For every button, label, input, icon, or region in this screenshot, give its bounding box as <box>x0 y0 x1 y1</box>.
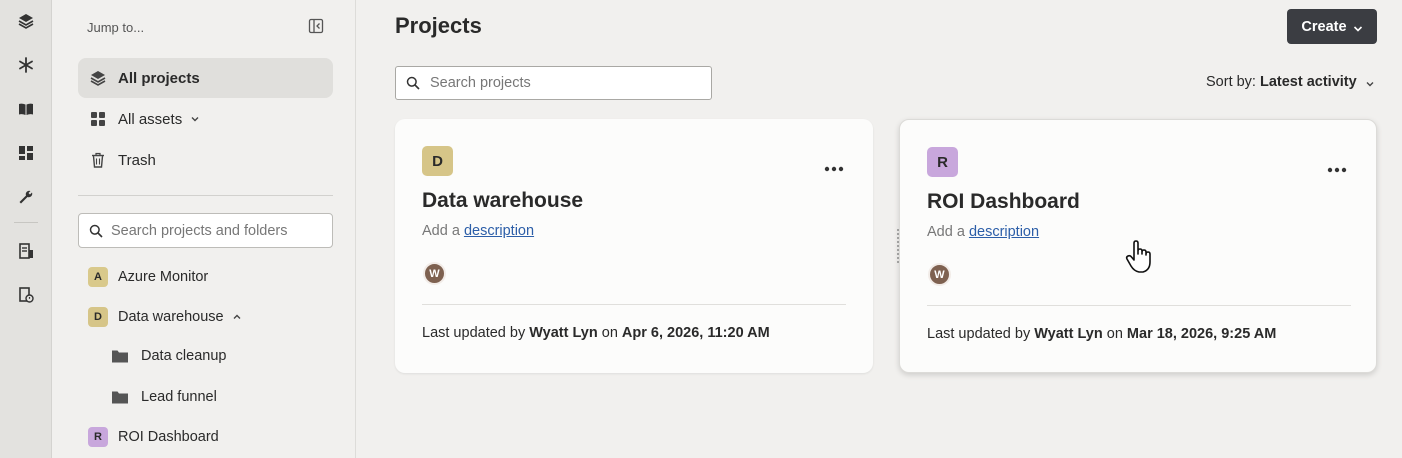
sort-value: Latest activity <box>1259 74 1357 90</box>
grid-icon <box>90 111 106 127</box>
add-description-link[interactable]: description <box>464 223 534 239</box>
last-updated: Last updated by Wyatt Lyn on Apr 6, 2026… <box>422 325 770 341</box>
nav-label: All projects <box>118 69 200 87</box>
tree-label: Lead funnel <box>141 389 217 405</box>
tree-item-azure-monitor[interactable]: A Azure Monitor <box>88 266 208 288</box>
chevron-down-icon <box>1365 77 1375 87</box>
updated-on: on <box>601 325 618 341</box>
divider <box>422 304 846 305</box>
project-name[interactable]: ROI Dashboard <box>927 190 1080 214</box>
more-options-icon[interactable] <box>824 159 844 172</box>
search-icon <box>406 76 420 90</box>
avatar: W <box>423 262 446 285</box>
tree-item-roi-dashboard[interactable]: R ROI Dashboard <box>88 426 219 448</box>
tree-label: Data cleanup <box>141 348 227 364</box>
chevron-down-icon[interactable] <box>190 114 200 124</box>
search-placeholder: Search projects <box>430 75 531 91</box>
tree-label: Azure Monitor <box>118 269 209 285</box>
updated-on: on <box>1106 326 1123 342</box>
divider <box>927 305 1351 306</box>
tree-label: Data warehouse <box>118 309 224 325</box>
folder-icon <box>111 389 129 405</box>
history-icon[interactable] <box>16 285 36 305</box>
layers-icon[interactable] <box>16 11 36 31</box>
project-description: Add a description <box>422 223 534 239</box>
nav-all-assets[interactable]: All assets <box>78 99 333 139</box>
search-placeholder: Search projects and folders <box>111 222 288 239</box>
icon-rail <box>0 0 52 458</box>
project-card-data-warehouse[interactable]: D Data warehouse Add a description W Las… <box>395 119 873 373</box>
desc-prefix: Add a <box>927 224 965 240</box>
updated-by: Wyatt Lyn <box>529 325 598 341</box>
create-button[interactable]: Create <box>1287 9 1377 44</box>
more-options-icon[interactable] <box>1327 160 1347 173</box>
sidebar: Jump to... All projects All assets Trash… <box>53 0 356 458</box>
project-badge: D <box>88 307 108 327</box>
tree-item-lead-funnel[interactable]: Lead funnel <box>111 386 217 408</box>
add-description-link[interactable]: description <box>969 224 1039 240</box>
updated-date: Mar 18, 2026, 9:25 AM <box>1126 326 1277 342</box>
jump-to-label[interactable]: Jump to... <box>87 20 144 35</box>
project-name[interactable]: Data warehouse <box>422 189 583 213</box>
sidebar-search-input[interactable]: Search projects and folders <box>78 213 333 248</box>
page-title: Projects <box>395 13 482 38</box>
project-badge: A <box>88 267 108 287</box>
chevron-up-icon[interactable] <box>232 312 242 322</box>
snowflake-icon[interactable] <box>16 55 36 75</box>
desc-prefix: Add a <box>422 223 460 239</box>
sort-prefix: Sort by: <box>1206 74 1256 90</box>
search-icon <box>89 224 103 238</box>
collapse-sidebar-icon[interactable] <box>308 18 324 34</box>
tree-item-data-cleanup[interactable]: Data cleanup <box>111 345 226 367</box>
last-updated: Last updated by Wyatt Lyn on Mar 18, 202… <box>927 326 1276 342</box>
nav-label: All assets <box>118 110 183 128</box>
nav-all-projects[interactable]: All projects <box>78 58 333 98</box>
sort-dropdown[interactable]: Sort by: Latest activity <box>1206 74 1375 90</box>
nav-label: Trash <box>118 151 156 169</box>
search-input[interactable]: Search projects <box>395 66 712 100</box>
trash-icon <box>90 152 106 168</box>
project-description: Add a description <box>927 224 1039 240</box>
updated-date: Apr 6, 2026, 11:20 AM <box>621 325 770 341</box>
updated-by: Wyatt Lyn <box>1034 326 1103 342</box>
create-label: Create <box>1301 18 1347 35</box>
project-badge: D <box>422 146 453 176</box>
report-icon[interactable] <box>16 241 36 261</box>
tree-label: ROI Dashboard <box>118 429 219 445</box>
folder-icon <box>111 348 129 364</box>
chevron-down-icon <box>1353 22 1363 32</box>
wrench-icon[interactable] <box>16 187 36 207</box>
layers-icon <box>90 70 106 86</box>
tree-item-data-warehouse[interactable]: D Data warehouse <box>88 306 242 328</box>
dashboard-icon[interactable] <box>16 143 36 163</box>
project-badge: R <box>88 427 108 447</box>
nav-trash[interactable]: Trash <box>78 140 333 180</box>
avatar: W <box>928 263 951 286</box>
divider <box>78 195 333 196</box>
updated-prefix: Last updated by <box>927 326 1031 342</box>
book-icon[interactable] <box>16 99 36 119</box>
pointer-cursor-icon <box>1125 240 1153 274</box>
updated-prefix: Last updated by <box>422 325 526 341</box>
project-badge: R <box>927 147 958 177</box>
